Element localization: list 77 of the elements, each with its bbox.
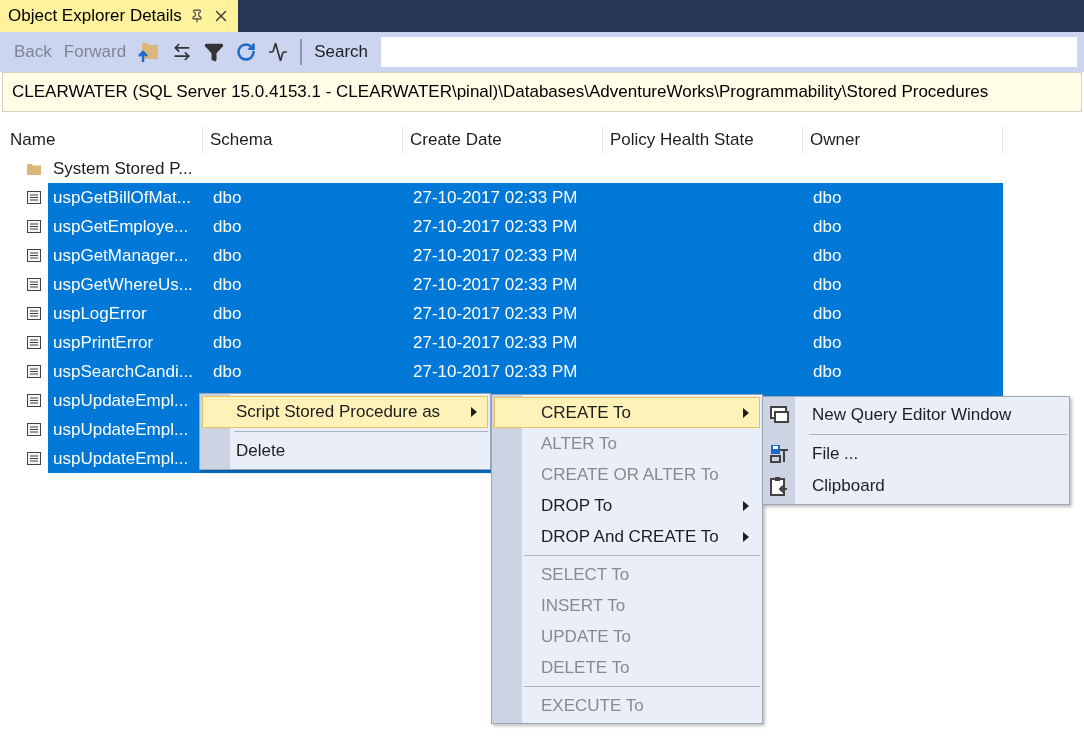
column-header[interactable]: Name [3, 126, 203, 154]
table-row[interactable]: uspSearchCandi... dbo 27-10-2017 02:33 PM dbo [48, 357, 1003, 386]
table-cell-text: 27-10-2017 02:33 PM [412, 332, 579, 353]
table-cell-text: dbo [812, 332, 843, 353]
table-cell-text: dbo [812, 303, 843, 324]
document-lines-icon [27, 307, 41, 320]
table-cell-text: 27-10-2017 02:33 PM [412, 303, 579, 324]
folder-up-icon[interactable] [138, 41, 161, 63]
table-cell-text: dbo [212, 361, 243, 382]
table-cell-text: uspGetEmploye... [52, 216, 190, 237]
document-lines-icon [27, 191, 41, 204]
table-cell-text: uspUpdateEmpl... [52, 390, 190, 411]
document-tab[interactable]: Object Explorer Details [0, 0, 238, 32]
disk-icon [770, 444, 790, 464]
menu-item[interactable]: New Query Editor Window [765, 399, 1067, 431]
table-cell-text: dbo [812, 216, 843, 237]
menu-item[interactable]: File ... [765, 438, 1067, 470]
folder-icon [27, 162, 41, 175]
table-row[interactable]: uspGetWhereUs... dbo 27-10-2017 02:33 PM dbo [48, 270, 1003, 299]
refresh-icon[interactable] [236, 42, 257, 62]
search-label: Search [314, 42, 369, 62]
table-cell-text: 27-10-2017 02:33 PM [412, 274, 579, 295]
column-header[interactable]: Schema [203, 126, 403, 154]
document-lines-icon [27, 365, 41, 378]
menu-item[interactable]: Script Stored Procedure as [202, 396, 488, 428]
document-lines-icon [27, 249, 41, 262]
table-cell-text: uspGetWhereUs... [52, 274, 194, 295]
table-cell-text: dbo [812, 245, 843, 266]
column-header[interactable]: Policy Health State [603, 126, 803, 154]
window-icon [770, 406, 790, 424]
table-row[interactable]: uspGetEmploye... dbo 27-10-2017 02:33 PM dbo [48, 212, 1003, 241]
table-cell-text: dbo [212, 303, 243, 324]
search-field[interactable] [380, 36, 1078, 68]
table-cell-text: uspUpdateEmpl... [52, 419, 190, 440]
pin-icon[interactable] [189, 9, 204, 23]
table-cell-text: dbo [212, 332, 243, 353]
table-cell-text: 27-10-2017 02:33 PM [412, 361, 579, 382]
table-cell-text: dbo [212, 274, 243, 295]
table-cell-text: uspUpdateEmpl... [52, 448, 190, 469]
table-cell-text: 27-10-2017 02:33 PM [412, 187, 579, 208]
menu-item[interactable]: DROP And CREATE To [494, 521, 760, 552]
document-lines-icon [27, 278, 41, 291]
filter-icon[interactable] [204, 42, 225, 62]
document-lines-icon [27, 220, 41, 233]
document-lines-icon [27, 394, 41, 407]
table-cell-text: 27-10-2017 02:33 PM [412, 216, 579, 237]
document-lines-icon [27, 452, 41, 465]
table-cell-text: dbo [212, 245, 243, 266]
menu-item[interactable]: Clipboard [765, 470, 1067, 502]
table-cell-text: System Stored P... [52, 158, 194, 179]
table-row[interactable]: uspGetManager... dbo 27-10-2017 02:33 PM dbo [48, 241, 1003, 270]
menu-item[interactable]: DROP To [494, 490, 760, 521]
table-cell-text: dbo [212, 187, 243, 208]
table-cell-text: dbo [812, 361, 843, 382]
table-cell-text: 27-10-2017 02:33 PM [412, 245, 579, 266]
table-row[interactable]: uspLogError dbo 27-10-2017 02:33 PM dbo [48, 299, 1003, 328]
table-cell-text: uspGetManager... [52, 245, 190, 266]
table-cell-text: dbo [212, 216, 243, 237]
table-cell-text: dbo [812, 274, 843, 295]
table-row[interactable]: System Stored P... [48, 154, 1003, 183]
table-cell-text: uspSearchCandi... [52, 361, 194, 382]
table-row[interactable]: uspGetBillOfMat... dbo 27-10-2017 02:33 PM dbo [48, 183, 1003, 212]
table-cell-text: uspPrintError [52, 332, 155, 353]
pulse-icon[interactable] [268, 42, 289, 62]
table-cell-text: uspGetBillOfMat... [52, 187, 192, 208]
document-lines-icon [27, 423, 41, 436]
tab-title: Object Explorer Details [8, 6, 182, 26]
menu-item[interactable]: CREATE To [494, 397, 760, 428]
table-row[interactable]: uspPrintError dbo 27-10-2017 02:33 PM dbo [48, 328, 1003, 357]
table-cell-text: dbo [812, 187, 843, 208]
column-header[interactable]: Owner [803, 126, 1003, 154]
table-cell-text: uspLogError [52, 303, 148, 324]
document-lines-icon [27, 336, 41, 349]
path-bar: CLEARWATER (SQL Server 15.0.4153.1 - CLEARWATER\pinal)\Databases\AdventureWorks\Programmability\Stored Procedures [2, 72, 1082, 112]
menu-item[interactable]: Delete [202, 435, 488, 467]
column-header[interactable]: Create Date [403, 126, 603, 154]
clipboard-icon [770, 476, 788, 496]
